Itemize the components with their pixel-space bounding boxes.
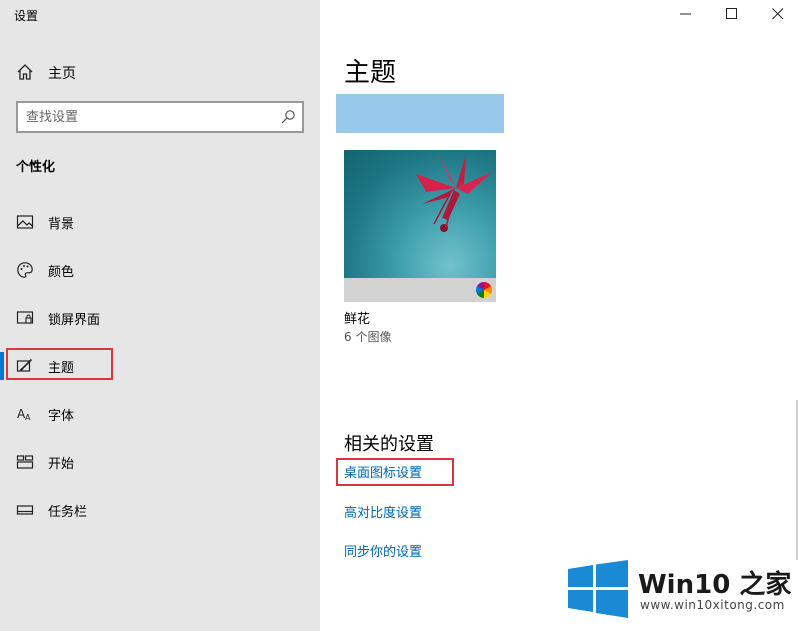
sidebar-item-themes[interactable]: 主题 — [0, 346, 320, 386]
sidebar-item-label: 主页 — [48, 66, 76, 82]
theme-card[interactable] — [344, 150, 496, 302]
palette-icon — [17, 262, 33, 278]
sidebar: 设置 主页 个性化 背景 颜色 — [0, 0, 320, 631]
home-icon — [17, 64, 33, 80]
sidebar-item-label: 主题 — [48, 361, 75, 376]
close-icon — [772, 8, 784, 20]
font-icon: A A — [17, 407, 31, 422]
section-title: 个性化 — [16, 160, 56, 175]
window-title: 设置 — [14, 9, 39, 23]
sidebar-item-label: 字体 — [48, 409, 75, 424]
sidebar-item-colors[interactable]: 颜色 — [0, 250, 320, 290]
minimize-button[interactable] — [663, 0, 709, 30]
theme-name: 鲜花 — [344, 312, 371, 327]
sync-settings-link[interactable]: 同步你的设置 — [344, 541, 422, 560]
maximize-button[interactable] — [709, 0, 755, 30]
picture-icon — [16, 215, 34, 229]
sidebar-item-fonts[interactable]: A A 字体 — [0, 394, 320, 434]
sidebar-item-label: 任务栏 — [48, 505, 88, 520]
sidebar-item-lock-screen[interactable]: 锁屏界面 — [0, 298, 320, 338]
theme-footer — [344, 278, 496, 302]
theme-brush-icon — [16, 358, 33, 372]
sidebar-item-label: 颜色 — [48, 265, 75, 280]
sidebar-item-taskbar[interactable]: 任务栏 — [0, 490, 320, 530]
theme-image-count: 6 个图像 — [344, 330, 392, 344]
watermark-brand-zh: 之家 — [739, 570, 792, 600]
watermark: Win10 之家 www.win10xitong.com — [568, 560, 798, 620]
sidebar-item-label: 锁屏界面 — [48, 313, 101, 328]
sidebar-item-start[interactable]: 开始 — [0, 442, 320, 482]
theme-thumbnail — [344, 150, 496, 278]
search-box[interactable] — [16, 101, 304, 133]
high-contrast-settings-link[interactable]: 高对比度设置 — [344, 502, 422, 521]
search-icon[interactable] — [280, 109, 296, 125]
sidebar-item-background[interactable]: 背景 — [0, 202, 320, 242]
main-content: 主题 鲜花 6 个图像 相关的设置 桌面图标设置 高对比度设置 同步你的设置 — [320, 0, 798, 631]
page-title: 主题 — [344, 58, 397, 88]
selected-indicator — [0, 352, 4, 380]
maximize-icon — [726, 8, 737, 19]
watermark-brand-en: Win10 — [638, 570, 731, 600]
start-icon — [16, 455, 34, 469]
taskbar-icon — [16, 505, 34, 515]
lock-screen-icon — [16, 311, 34, 324]
search-input[interactable] — [26, 107, 266, 127]
close-button[interactable] — [755, 0, 798, 30]
related-settings-title: 相关的设置 — [344, 434, 434, 455]
flower-image — [416, 152, 492, 232]
svg-text:A: A — [25, 413, 31, 422]
sidebar-item-home[interactable]: 主页 — [0, 56, 320, 88]
accent-color-strip — [336, 94, 504, 133]
minimize-icon — [680, 13, 691, 15]
desktop-icon-settings-link[interactable]: 桌面图标设置 — [344, 462, 422, 481]
sidebar-item-label: 开始 — [48, 457, 75, 472]
watermark-brand: Win10 之家 — [638, 564, 791, 601]
color-wheel-icon — [476, 282, 492, 298]
windows-logo-icon — [568, 560, 628, 618]
sidebar-item-label: 背景 — [48, 217, 75, 232]
watermark-url: www.win10xitong.com — [640, 598, 785, 612]
